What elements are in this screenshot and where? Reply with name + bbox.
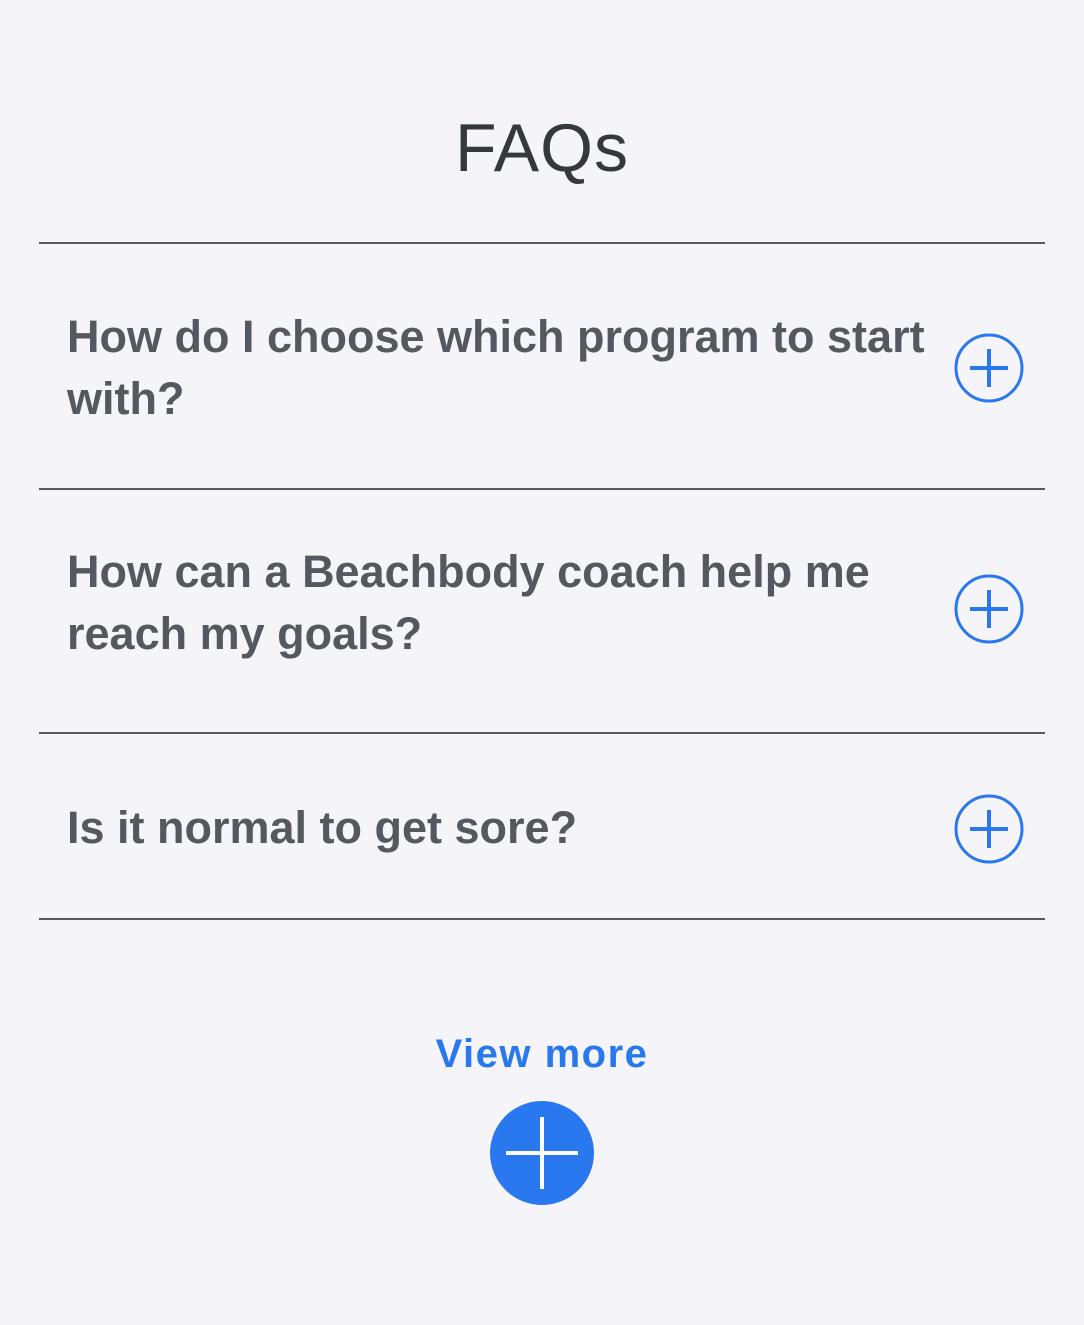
plus-filled-circle-icon[interactable] bbox=[490, 1101, 594, 1205]
faq-question[interactable]: How can a Beachbody coach help me reach … bbox=[67, 541, 937, 665]
plus-circle-icon[interactable] bbox=[954, 574, 1024, 644]
faq-question[interactable]: How do I choose which program to start w… bbox=[67, 306, 937, 430]
view-more-link[interactable]: View more bbox=[0, 1028, 1084, 1080]
faq-question[interactable]: Is it normal to get sore? bbox=[67, 797, 937, 859]
faq-item[interactable]: How do I choose which program to start w… bbox=[39, 244, 1045, 490]
faq-list: How do I choose which program to start w… bbox=[39, 242, 1045, 920]
faq-item[interactable]: Is it normal to get sore? bbox=[39, 734, 1045, 920]
faq-item[interactable]: How can a Beachbody coach help me reach … bbox=[39, 490, 1045, 734]
page-title: FAQs bbox=[454, 110, 630, 186]
plus-circle-icon[interactable] bbox=[954, 333, 1024, 403]
plus-circle-icon[interactable] bbox=[954, 794, 1024, 864]
